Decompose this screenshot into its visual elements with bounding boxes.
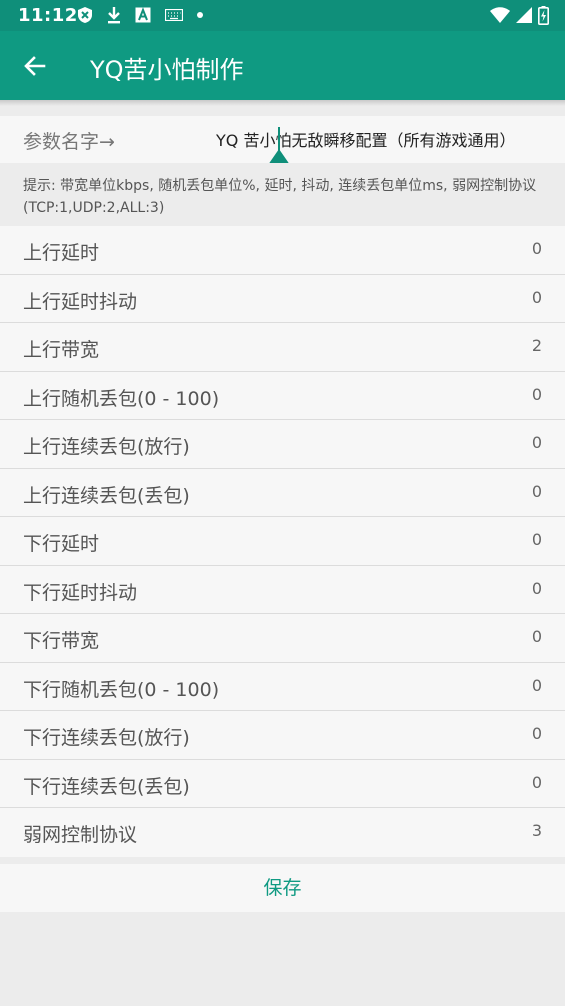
back-button[interactable]: [22, 53, 48, 79]
notification-icons: [77, 5, 203, 25]
param-name-label: 参数名字→: [23, 131, 115, 153]
param-name-input[interactable]: YQ 苦小怕无敌瞬移配置（所有游戏通用）: [216, 127, 556, 151]
save-button[interactable]: 保存: [0, 864, 565, 912]
arrow-left-icon: [24, 56, 46, 76]
settings-list: 上行延时 0 上行延时抖动 0 上行带宽 2 上行随机丢包(0 - 100) 0 上行连续丢包(…: [0, 226, 565, 857]
settings-row-label: 下行随机丢包(0 - 100): [23, 678, 220, 701]
wifi-icon: [490, 5, 510, 25]
settings-row-label: 下行连续丢包(丢包): [23, 775, 190, 798]
settings-row[interactable]: 上行延时 0: [0, 226, 565, 275]
app-bar: YQ苦小怕制作: [0, 31, 565, 100]
battery-charging-icon: [538, 5, 549, 25]
page-title: YQ苦小怕制作: [90, 56, 244, 84]
keyboard-icon: [165, 5, 183, 25]
settings-row-value: 0: [531, 724, 542, 743]
settings-row-label: 上行连续丢包(丢包): [23, 484, 190, 507]
status-bar: 11:12: [0, 0, 565, 31]
settings-row-label: 下行延时: [23, 533, 100, 555]
settings-row-label: 上行连续丢包(放行): [23, 436, 190, 458]
download-icon: [107, 5, 121, 25]
settings-row[interactable]: 弱网控制协议 3: [0, 808, 565, 857]
hint-text: 提示: 带宽单位kbps, 随机丢包单位%, 延时, 抖动, 连续丢包单位ms,…: [0, 163, 565, 226]
dot-icon: [197, 5, 203, 25]
settings-row[interactable]: 上行连续丢包(丢包) 0: [0, 468, 565, 517]
settings-row-value: 0: [531, 578, 542, 598]
settings-row[interactable]: 下行连续丢包(放行) 0: [0, 711, 565, 760]
settings-row[interactable]: 上行带宽 2: [0, 323, 565, 372]
settings-row[interactable]: 下行延时 0: [0, 517, 565, 566]
settings-row-label: 弱网控制协议: [23, 824, 138, 846]
settings-row-value: 0: [531, 627, 542, 646]
settings-row-value: 0: [531, 287, 542, 307]
settings-row-label: 上行延时: [23, 242, 100, 264]
settings-row-value: 3: [531, 821, 542, 840]
a-box-icon: [135, 5, 151, 25]
settings-row[interactable]: 下行带宽 0: [0, 614, 565, 663]
settings-row-value: 0: [531, 433, 542, 452]
settings-row-label: 上行带宽: [23, 339, 100, 361]
settings-row-label: 下行延时抖动: [23, 581, 138, 604]
settings-row-value: 2: [531, 336, 542, 355]
settings-row-label: 上行随机丢包(0 - 100): [23, 387, 220, 410]
settings-row-label: 下行连续丢包(放行): [23, 727, 190, 749]
settings-row-value: 0: [531, 675, 542, 695]
settings-row[interactable]: 下行延时抖动 0: [0, 565, 565, 614]
settings-row-label: 上行延时抖动: [23, 290, 138, 313]
settings-row-value: 0: [531, 530, 542, 549]
shield-x-icon: [77, 5, 93, 25]
settings-row[interactable]: 上行连续丢包(放行) 0: [0, 420, 565, 469]
settings-row-value: 0: [531, 239, 542, 258]
settings-row-label: 下行带宽: [23, 630, 100, 652]
settings-row[interactable]: 上行随机丢包(0 - 100) 0: [0, 371, 565, 420]
settings-row[interactable]: 下行连续丢包(丢包) 0: [0, 759, 565, 808]
settings-row-value: 0: [531, 481, 542, 501]
system-icons: [490, 5, 549, 25]
settings-row-value: 0: [531, 772, 542, 792]
app-bar-shadow: [0, 100, 565, 106]
settings-row[interactable]: 上行延时抖动 0: [0, 274, 565, 323]
status-time: 11:12: [18, 5, 78, 26]
settings-row-value: 0: [531, 384, 542, 404]
signal-icon: [516, 5, 532, 25]
settings-row[interactable]: 下行随机丢包(0 - 100) 0: [0, 662, 565, 711]
